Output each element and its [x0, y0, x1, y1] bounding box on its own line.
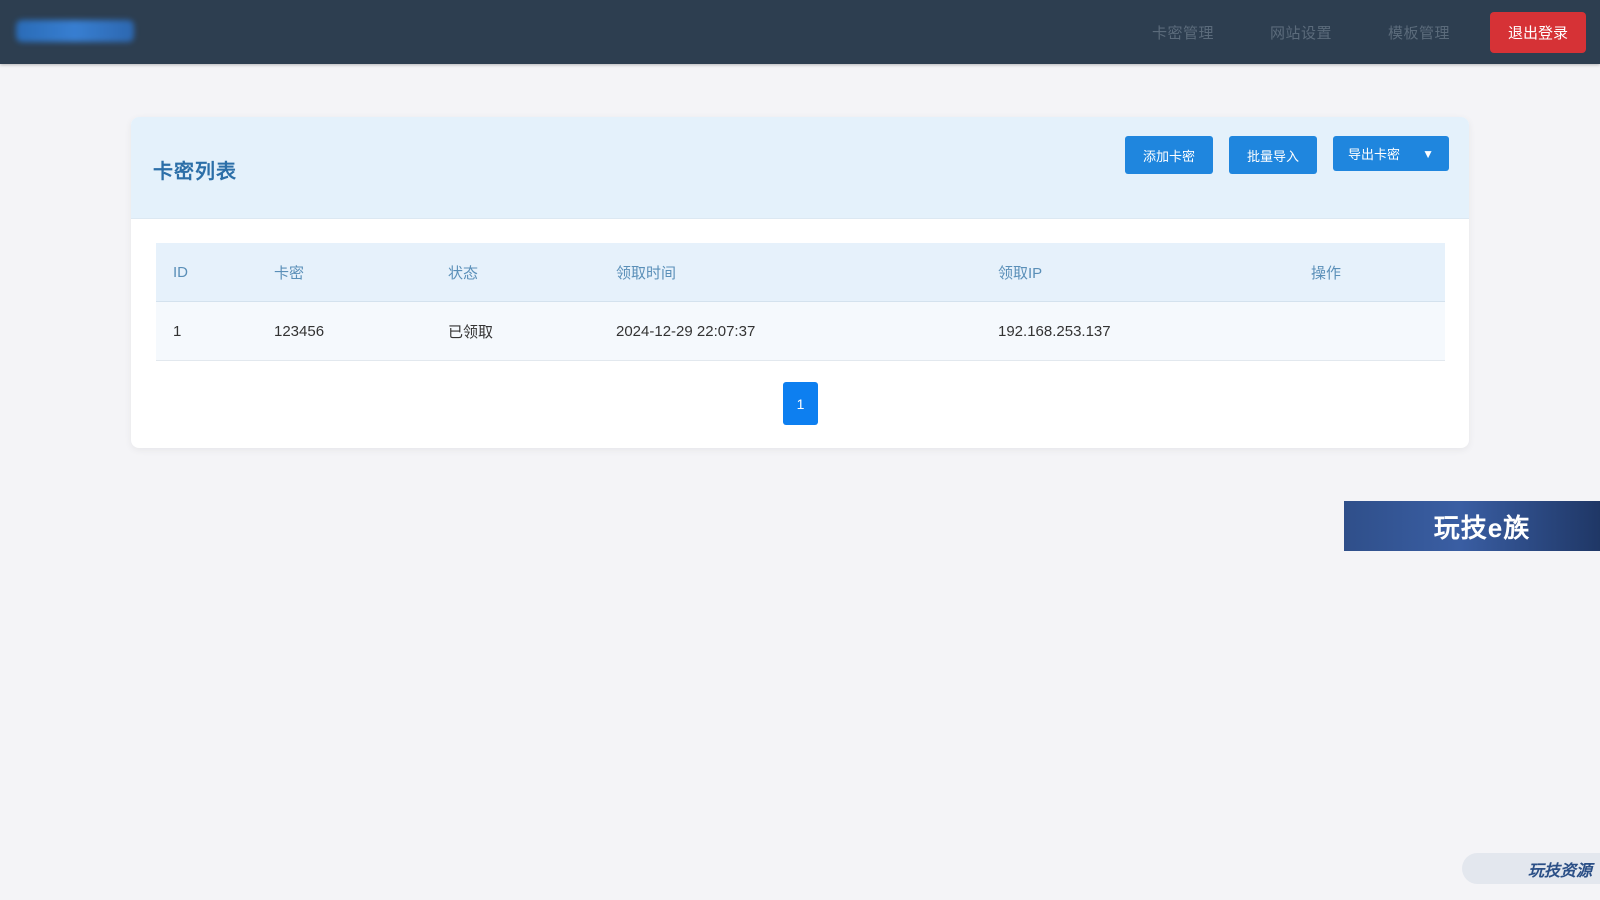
nav-card-management[interactable]: 卡密管理: [1152, 22, 1214, 43]
cell-claim-ip: 192.168.253.137: [998, 322, 1111, 340]
table-row[interactable]: 1 123456 已领取 2024-12-29 22:07:37 192.168…: [156, 302, 1445, 361]
add-card-button[interactable]: 添加卡密: [1125, 136, 1213, 174]
column-header-claim-ip[interactable]: 领取IP: [990, 262, 1311, 283]
nav-menu: 卡密管理 网站设置 模板管理 退出登录: [1152, 0, 1600, 64]
column-header-actions: 操作: [1311, 264, 1342, 282]
watermark-corner-text: 玩技资源: [1527, 862, 1592, 880]
cell-claim-time: 2024-12-29 22:07:37: [616, 322, 756, 340]
nav-site-settings[interactable]: 网站设置: [1270, 22, 1332, 43]
page-title: 卡密列表: [153, 161, 237, 183]
export-card-dropdown[interactable]: 导出卡密 ▼: [1333, 136, 1449, 171]
cell-status: 已领取: [448, 323, 494, 341]
card-header: 卡密列表 添加卡密 批量导入 导出卡密 ▼: [131, 117, 1469, 219]
top-navbar: 卡密管理 网站设置 模板管理 退出登录: [0, 0, 1600, 64]
watermark-corner: 玩技资源: [1462, 853, 1600, 884]
column-header-status[interactable]: 状态: [439, 262, 608, 283]
export-card-label: 导出卡密: [1348, 147, 1401, 162]
caret-down-icon: ▼: [1422, 146, 1434, 161]
brand-logo[interactable]: [16, 20, 134, 42]
batch-import-button[interactable]: 批量导入: [1229, 136, 1317, 174]
column-header-claim-time[interactable]: 领取时间: [608, 262, 990, 283]
cell-id: 1: [173, 322, 182, 340]
nav-template-management[interactable]: 模板管理: [1388, 22, 1450, 43]
column-header-id[interactable]: ID: [156, 264, 258, 281]
table-header: ID 卡密 状态 领取时间 领取IP 操作: [156, 243, 1445, 302]
card-list-panel: 卡密列表 添加卡密 批量导入 导出卡密 ▼ ID 卡密 状态 领取时间 领取IP…: [131, 117, 1469, 448]
card-table: ID 卡密 状态 领取时间 领取IP 操作 1 123456 已领取 2024-…: [156, 243, 1445, 361]
cell-card: 123456: [274, 322, 325, 340]
logout-button[interactable]: 退出登录: [1490, 11, 1586, 53]
watermark-banner: 玩技e族: [1344, 501, 1600, 551]
brand-name: [16, 20, 17, 21]
watermark-banner-text: 玩技e族: [1433, 512, 1531, 543]
pagination-page-1[interactable]: 1: [783, 382, 818, 425]
column-header-card[interactable]: 卡密: [258, 262, 439, 283]
